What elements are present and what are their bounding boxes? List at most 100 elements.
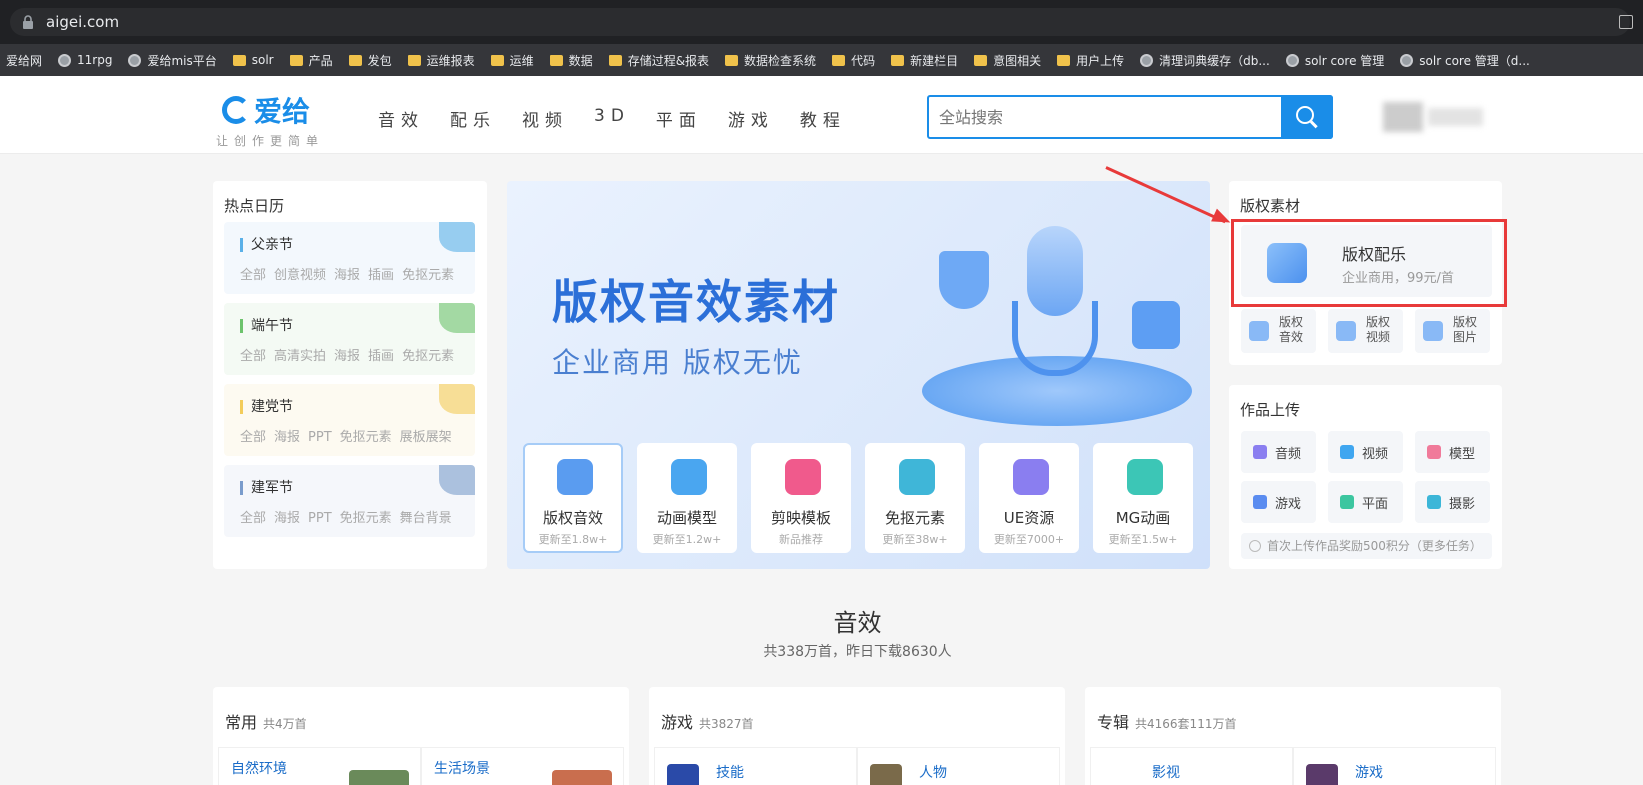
- sound-category-label: 影视: [1152, 765, 1180, 781]
- festival-link[interactable]: 免抠元素: [340, 511, 392, 526]
- bookmark-item[interactable]: 运维: [490, 52, 534, 69]
- bookmark-item[interactable]: 代码: [832, 52, 875, 69]
- nav-item[interactable]: 3D: [594, 106, 630, 131]
- bookmark-item[interactable]: 数据: [549, 52, 593, 69]
- bookmark-item[interactable]: 数据检查系统: [725, 52, 816, 69]
- bookmark-item[interactable]: 清理词典缓存（db...: [1140, 52, 1270, 69]
- bookmark-label: solr core 管理（d...: [1419, 53, 1530, 68]
- banner-tile[interactable]: 动画模型 更新至1.2w+: [637, 443, 737, 553]
- bookmark-item[interactable]: 用户上传: [1057, 52, 1124, 69]
- site-logo[interactable]: 爱给: [222, 90, 310, 130]
- bookmark-item[interactable]: 爱给mis平台: [128, 52, 217, 69]
- sound-panel-title[interactable]: 专辑 共4166套111万首: [1097, 709, 1236, 733]
- bookmark-label: 产品: [308, 53, 333, 68]
- sound-category-cell[interactable]: 游戏: [1293, 747, 1496, 785]
- user-name[interactable]: [1428, 108, 1483, 126]
- folder-icon: [891, 54, 905, 66]
- sound-category-cell[interactable]: 生活场景: [421, 747, 624, 785]
- hero-banner[interactable]: 版权音效素材 企业商用 版权无忧 版权音效 更新至1.8w+ 动画模型 更新至1.2w…: [507, 181, 1210, 569]
- festival-card[interactable]: 建军节全部 海报 PPT 免抠元素 舞台背景: [224, 465, 475, 537]
- nav-item[interactable]: 音效: [378, 106, 424, 131]
- main-nav: 音效 配乐 视频 3D 平面 游戏 教程: [378, 106, 872, 131]
- folder-icon: [725, 54, 739, 66]
- festival-link[interactable]: 全部: [240, 511, 266, 526]
- bookmark-item[interactable]: 发包: [348, 52, 392, 69]
- festival-card[interactable]: 父亲节全部 创意视频 海报 插画 免抠元素: [224, 222, 475, 294]
- festival-link[interactable]: 舞台背景: [400, 511, 452, 526]
- banner-tile[interactable]: MG动画 更新至1.5w+: [1093, 443, 1193, 553]
- festival-link[interactable]: 海报: [274, 430, 300, 445]
- upload-item[interactable]: 音频: [1241, 431, 1316, 473]
- festival-link[interactable]: 全部: [240, 349, 266, 364]
- festival-card[interactable]: 建党节全部 海报 PPT 免抠元素 展板展架: [224, 384, 475, 456]
- festival-link[interactable]: PPT: [308, 430, 332, 445]
- upload-item[interactable]: 游戏: [1241, 481, 1316, 523]
- festival-link[interactable]: 高清实拍: [274, 349, 326, 364]
- copyright-mini-item[interactable]: 版权音效: [1241, 309, 1316, 353]
- festival-link[interactable]: 海报: [274, 511, 300, 526]
- upload-item[interactable]: 模型: [1415, 431, 1490, 473]
- festival-link[interactable]: 展板展架: [400, 430, 452, 445]
- sound-category-cell[interactable]: 影视: [1090, 747, 1293, 785]
- festival-name[interactable]: 建军节: [240, 481, 293, 495]
- festival-link[interactable]: 插画: [368, 268, 394, 283]
- nav-item[interactable]: 教程: [800, 106, 846, 131]
- festival-name[interactable]: 父亲节: [240, 238, 293, 252]
- globe-icon: [1140, 53, 1154, 67]
- sound-panel-title[interactable]: 游戏 共3827首: [661, 709, 754, 733]
- festival-link[interactable]: PPT: [308, 511, 332, 526]
- sound-category-cell[interactable]: 自然环境: [218, 747, 421, 785]
- festival-name[interactable]: 建党节: [240, 400, 293, 414]
- festival-link[interactable]: 全部: [240, 268, 266, 283]
- upload-reward-note[interactable]: 首次上传作品奖励500积分（更多任务）: [1241, 533, 1492, 559]
- upload-item[interactable]: 视频: [1328, 431, 1403, 473]
- banner-tile[interactable]: 免抠元素 更新至38w+: [865, 443, 965, 553]
- globe-icon: [1400, 53, 1414, 67]
- upload-item[interactable]: 摄影: [1415, 481, 1490, 523]
- festival-card[interactable]: 端午节全部 高清实拍 海报 插画 免抠元素: [224, 303, 475, 375]
- sound-category-cell[interactable]: 技能: [654, 747, 857, 785]
- festival-name[interactable]: 端午节: [240, 319, 293, 333]
- bookmark-item[interactable]: 新建栏目: [891, 52, 958, 69]
- bookmark-label: 存储过程&报表: [627, 53, 710, 68]
- search-input[interactable]: [929, 97, 1269, 137]
- bookmark-item[interactable]: solr core 管理: [1285, 52, 1384, 69]
- festival-link[interactable]: 插画: [368, 349, 394, 364]
- bookmark-item[interactable]: solr core 管理（d...: [1400, 52, 1530, 69]
- festival-link[interactable]: 创意视频: [274, 268, 326, 283]
- festival-link[interactable]: 海报: [334, 268, 360, 283]
- bookmark-item[interactable]: 产品: [289, 52, 333, 69]
- upload-item[interactable]: 平面: [1328, 481, 1403, 523]
- bookmark-item[interactable]: solr: [232, 53, 274, 67]
- festival-link[interactable]: 海报: [334, 349, 360, 364]
- url-text[interactable]: aigei.com: [46, 13, 119, 31]
- banner-tile[interactable]: UE资源 更新至7000+: [979, 443, 1079, 553]
- bookmark-item[interactable]: 爱给网: [6, 52, 42, 69]
- share-icon[interactable]: [1619, 15, 1633, 29]
- copyright-mini-item[interactable]: 版权图片: [1415, 309, 1490, 353]
- globe-icon: [1285, 53, 1299, 67]
- nav-item[interactable]: 平面: [656, 106, 702, 131]
- festival-link[interactable]: 免抠元素: [402, 268, 454, 283]
- sound-category-cell[interactable]: 人物: [857, 747, 1060, 785]
- bookmark-item[interactable]: 11rpg: [58, 53, 112, 67]
- url-field[interactable]: [10, 8, 1630, 36]
- banner-tile[interactable]: 版权音效 更新至1.8w+: [523, 443, 623, 553]
- festival-link[interactable]: 免抠元素: [402, 349, 454, 364]
- bookmark-item[interactable]: 意图相关: [974, 52, 1041, 69]
- festival-link[interactable]: 全部: [240, 430, 266, 445]
- microphone-icon: [1027, 226, 1083, 316]
- nav-item[interactable]: 视频: [522, 106, 568, 131]
- sound-panel-title[interactable]: 常用 共4万首: [225, 709, 307, 733]
- nav-item[interactable]: 游戏: [728, 106, 774, 131]
- bookmark-item[interactable]: 运维报表: [407, 52, 475, 69]
- nav-item[interactable]: 配乐: [450, 106, 496, 131]
- bookmark-label: 清理词典缓存（db...: [1159, 53, 1270, 68]
- bookmark-item[interactable]: 存储过程&报表: [608, 52, 710, 69]
- banner-tile[interactable]: 剪映模板 新品推荐: [751, 443, 851, 553]
- search-button[interactable]: [1281, 95, 1333, 139]
- festival-link[interactable]: 免抠元素: [340, 430, 392, 445]
- avatar[interactable]: [1383, 102, 1423, 132]
- copyright-mini-item[interactable]: 版权视频: [1328, 309, 1403, 353]
- globe-icon: [58, 53, 72, 67]
